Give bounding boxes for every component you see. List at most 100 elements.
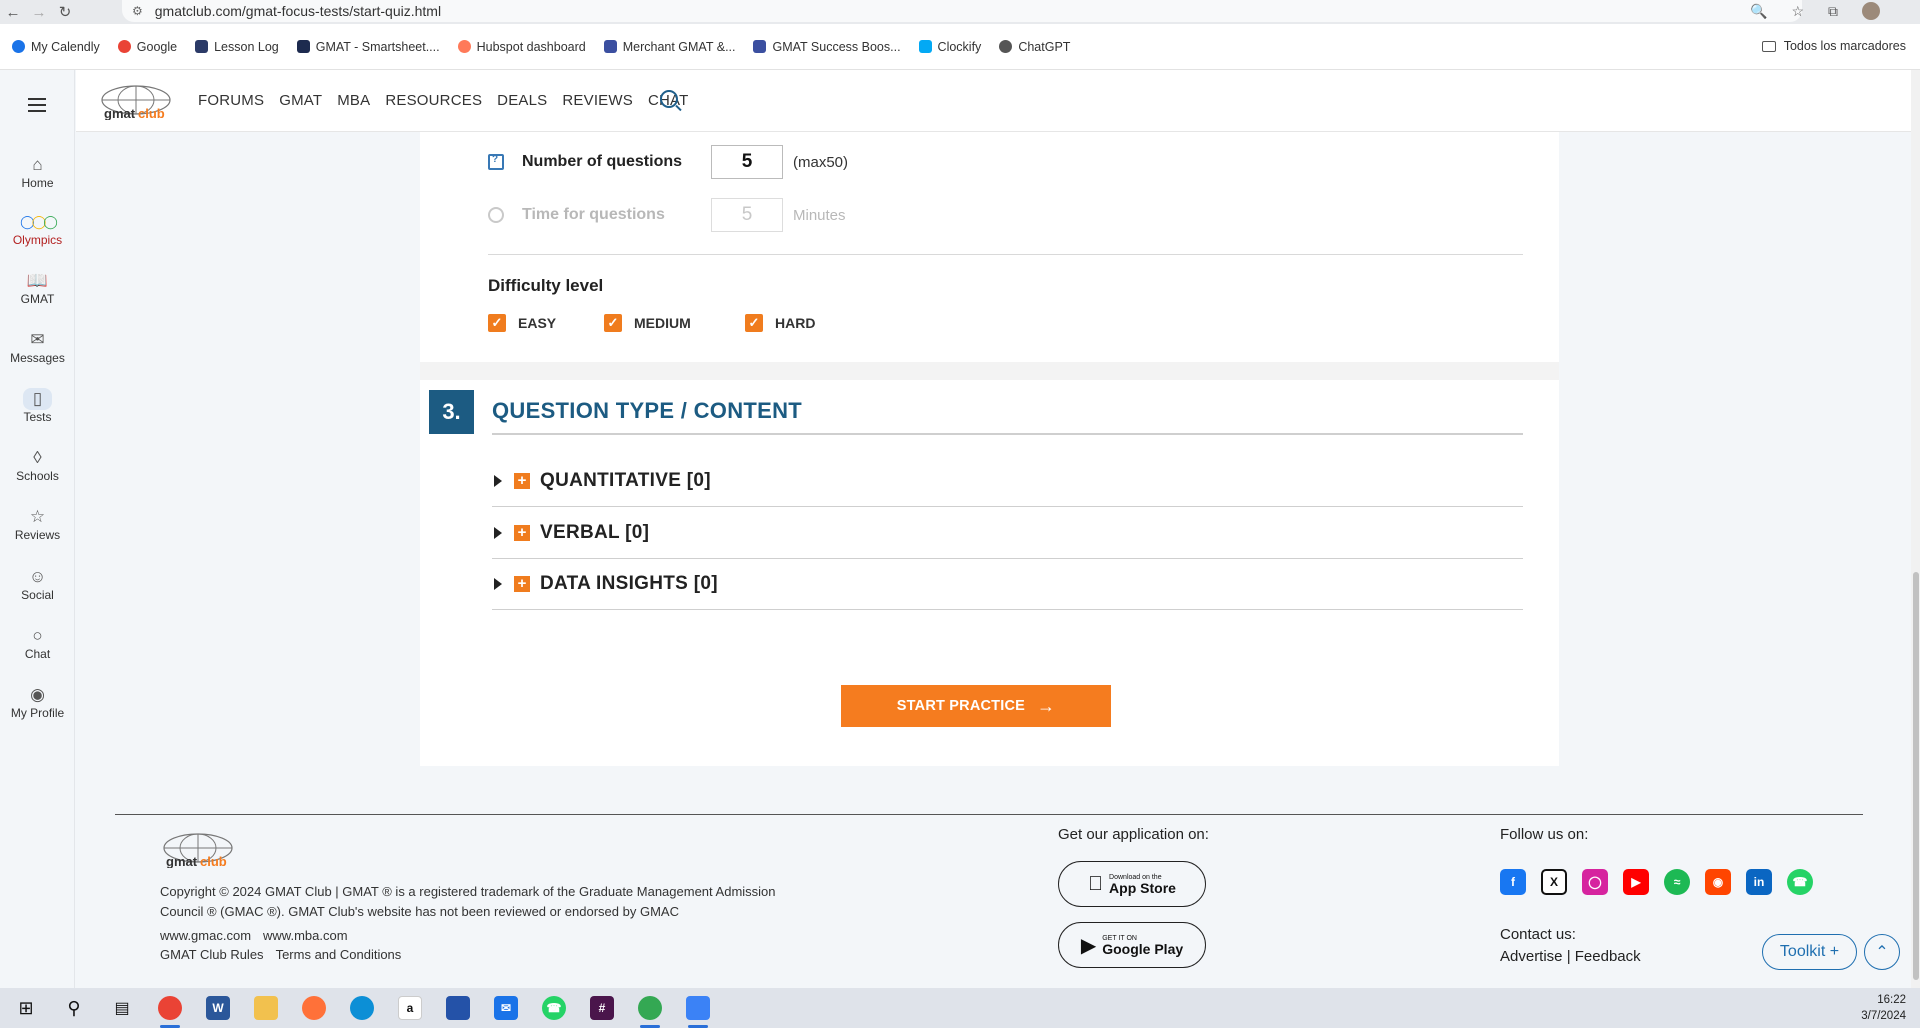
link-terms[interactable]: Terms and Conditions — [276, 947, 402, 962]
forward-icon[interactable]: → — [26, 1, 52, 23]
bookmark-google[interactable]: Google — [117, 40, 177, 54]
footer-divider — [115, 814, 1863, 815]
bookmark-hubspot[interactable]: Hubspot dashboard — [457, 40, 586, 54]
link-gmac[interactable]: www.gmac.com — [160, 928, 251, 943]
facebook-icon[interactable]: f — [1500, 869, 1526, 895]
rail-item-my-profile[interactable]: ◉ My Profile — [0, 684, 75, 720]
link-club-rules[interactable]: GMAT Club Rules — [160, 947, 264, 962]
expand-triangle-icon[interactable] — [494, 577, 502, 590]
bookmarks-bar: My Calendly Google Lesson Log GMAT - Sma… — [0, 24, 1920, 70]
time-for-questions-input[interactable]: 5 — [711, 198, 783, 232]
amazon-icon[interactable]: a — [392, 990, 428, 1026]
bookmark-smartsheet[interactable]: GMAT - Smartsheet.... — [296, 40, 440, 54]
url-text: gmatclub.com/gmat-focus-tests/start-quiz… — [154, 3, 442, 19]
menu-resources[interactable]: RESOURCES — [385, 92, 482, 109]
youtube-icon[interactable]: ▶ — [1623, 869, 1649, 895]
rail-item-messages[interactable]: ✉ Messages — [0, 329, 75, 365]
plus-icon[interactable]: + — [514, 575, 530, 592]
instagram-icon[interactable]: ◯ — [1582, 869, 1608, 895]
google-play-button[interactable]: ▶ GET IT ON Google Play — [1058, 922, 1206, 968]
page-icon — [753, 40, 767, 53]
google-icon — [117, 40, 131, 53]
rail-item-schools[interactable]: ◊ Schools — [0, 447, 75, 483]
search-taskbar-icon[interactable]: ⚲ — [56, 990, 92, 1026]
menu-forums[interactable]: FORUMS — [198, 92, 264, 109]
photos-icon[interactable] — [680, 990, 716, 1028]
spotify-icon[interactable]: ≈ — [1664, 869, 1690, 895]
toolkit-button[interactable]: Toolkit + — [1762, 934, 1857, 970]
menu-gmat[interactable]: GMAT — [279, 92, 322, 109]
contact-links[interactable]: Advertise | Feedback — [1500, 946, 1641, 968]
bookmark-merchant[interactable]: Merchant GMAT &... — [603, 40, 735, 54]
app-store-button[interactable]:  Download on theApp Store — [1058, 861, 1206, 907]
number-of-questions-input[interactable]: 5 — [711, 145, 783, 179]
reddit-icon[interactable]: ◉ — [1705, 869, 1731, 895]
expand-triangle-icon[interactable] — [494, 526, 502, 539]
expand-triangle-icon[interactable] — [494, 474, 502, 487]
bookmark-calendly[interactable]: My Calendly — [12, 40, 100, 54]
hamburger-menu-icon[interactable] — [28, 94, 46, 116]
rail-item-gmat[interactable]: 📖 GMAT — [0, 270, 75, 306]
contact-block: Contact us: Advertise | Feedback — [1500, 924, 1641, 968]
linkedin-icon[interactable]: in — [1746, 869, 1772, 895]
home-icon: ⌂ — [32, 155, 43, 174]
profile-avatar[interactable] — [1862, 2, 1880, 20]
firefox-icon[interactable] — [296, 990, 332, 1026]
file-explorer-icon[interactable] — [248, 990, 284, 1026]
mail-taskbar-icon[interactable]: ✉ — [488, 990, 524, 1026]
reload-icon[interactable]: ↻ — [52, 1, 78, 23]
rail-item-chat[interactable]: ○ Chat — [0, 625, 75, 661]
search-icon[interactable] — [660, 90, 678, 108]
system-clock[interactable]: 16:22 3/7/2024 — [1861, 992, 1906, 1024]
x-twitter-icon[interactable]: X — [1541, 869, 1567, 895]
rail-item-reviews[interactable]: ☆ Reviews — [0, 506, 75, 542]
difficulty-medium-checkbox[interactable]: ✓ MEDIUM — [604, 314, 745, 332]
scroll-to-top-icon[interactable]: ⌃ — [1864, 934, 1900, 970]
whatsapp-taskbar-icon[interactable]: ☎ — [536, 990, 572, 1026]
main-menu: FORUMS GMAT MBA RESOURCES DEALS REVIEWS … — [198, 92, 688, 109]
rail-item-social[interactable]: ☺ Social — [0, 566, 75, 602]
word-icon[interactable]: W — [200, 990, 236, 1026]
task-view-icon[interactable]: ▤ — [104, 990, 140, 1026]
tests-icon: ▯ — [0, 388, 75, 410]
edge-icon[interactable] — [344, 990, 380, 1026]
plus-icon[interactable]: + — [514, 524, 530, 541]
zoom-icon[interactable]: 🔍 — [1750, 3, 1767, 20]
chrome-taskbar-icon[interactable] — [152, 990, 188, 1028]
bookmark-star-icon[interactable]: ☆ — [1791, 3, 1804, 20]
gmatclub-logo[interactable]: gmat club — [98, 82, 174, 120]
windows-start-icon[interactable]: ⊞ — [8, 990, 44, 1026]
category-verbal[interactable]: + VERBAL [0] — [492, 507, 1523, 559]
start-practice-button[interactable]: START PRACTICE → — [841, 685, 1111, 727]
menu-deals[interactable]: DEALS — [497, 92, 547, 109]
category-data-insights[interactable]: + DATA INSIGHTS [0] — [492, 558, 1523, 610]
chrome-profile-icon[interactable] — [632, 990, 668, 1028]
bookmark-lesson-log[interactable]: Lesson Log — [195, 40, 279, 54]
footer-links: www.gmac.com www.mba.com GMAT Club Rules T… — [160, 926, 413, 964]
menu-reviews[interactable]: REVIEWS — [562, 92, 633, 109]
address-bar[interactable]: ⚙ gmatclub.com/gmat-focus-tests/start-qu… — [122, 0, 1802, 22]
extensions-icon[interactable]: ⧉ — [1828, 3, 1838, 20]
site-info-icon[interactable]: ⚙ — [132, 4, 143, 18]
category-quantitative[interactable]: + QUANTITATIVE [0] — [492, 455, 1523, 507]
rail-item-olympics[interactable]: ◯◯◯ Olympics — [0, 211, 75, 247]
calendly-icon — [12, 40, 25, 53]
plus-icon[interactable]: + — [514, 472, 530, 489]
rail-item-tests[interactable]: ▯ Tests — [0, 388, 75, 424]
link-mba[interactable]: www.mba.com — [263, 928, 348, 943]
slack-icon[interactable]: # — [584, 990, 620, 1026]
back-icon[interactable]: ← — [0, 1, 26, 23]
all-bookmarks-folder[interactable]: Todos los marcadores — [1761, 39, 1906, 53]
bookmark-chatgpt[interactable]: ChatGPT — [999, 40, 1070, 54]
bookmark-success-booster[interactable]: GMAT Success Boos... — [753, 40, 901, 54]
store-icon[interactable] — [440, 990, 476, 1026]
play-icon: ▶ — [1080, 934, 1097, 957]
difficulty-easy-checkbox[interactable]: ✓ EASY — [488, 314, 604, 332]
whatsapp-icon[interactable]: ☎ — [1787, 869, 1813, 895]
menu-mba[interactable]: MBA — [337, 92, 370, 109]
rail-item-home[interactable]: ⌂ Home — [0, 154, 75, 190]
bookmark-clockify[interactable]: Clockify — [918, 40, 981, 54]
footer-gmatclub-logo[interactable]: gmat club — [160, 830, 236, 868]
scrollbar-thumb[interactable] — [1913, 572, 1919, 980]
difficulty-hard-checkbox[interactable]: ✓ HARD — [745, 314, 815, 332]
